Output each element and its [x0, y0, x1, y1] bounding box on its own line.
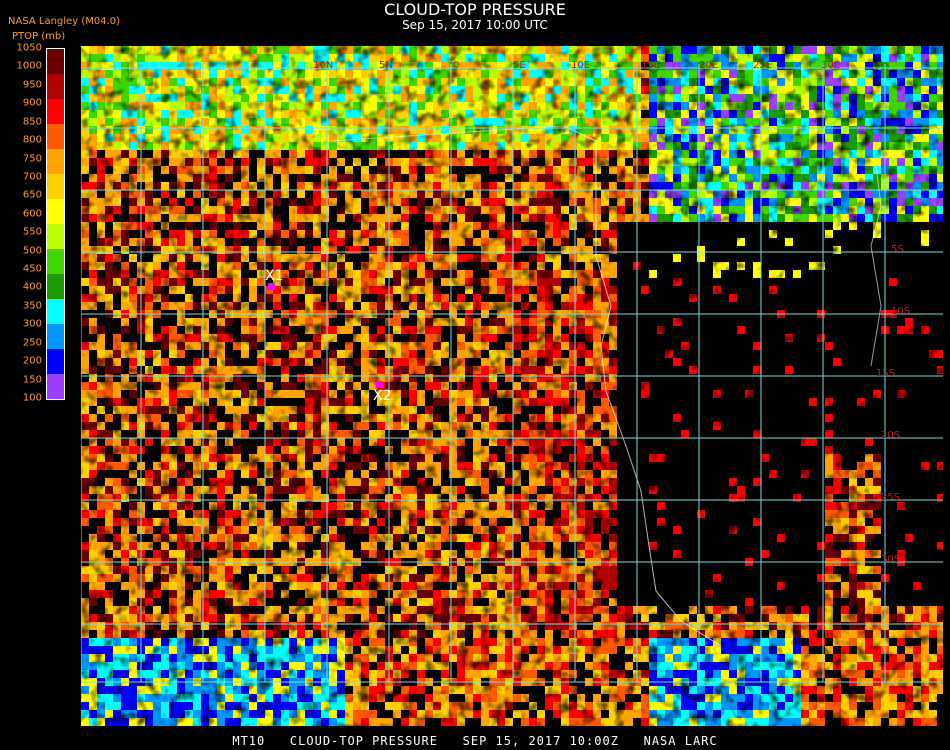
colorbar-tick: 900 — [22, 97, 42, 109]
colorbar-tick: 600 — [22, 208, 42, 220]
colorbar-tick: 400 — [22, 281, 42, 293]
colorbar-segment — [47, 49, 64, 74]
colorbar-segment — [47, 174, 64, 199]
colorbar-segment — [47, 199, 64, 224]
satellite-map: 10N 5N 0 5E 10E 15E 20E 25E 30E5S10S15S20S25S30S… — [81, 46, 943, 726]
colorbar-segment — [47, 124, 64, 149]
colorbar-segment — [47, 274, 64, 299]
colorbar-tick: 800 — [22, 134, 42, 146]
colorbar-segment — [47, 74, 64, 99]
colorbar-segment — [47, 149, 64, 174]
colorbar-segment — [47, 249, 64, 274]
unit-label: PTOP (mb) — [12, 31, 66, 42]
colorbar — [46, 48, 65, 400]
colorbar-tick: 650 — [22, 189, 42, 201]
colorbar-segment — [47, 349, 64, 374]
colorbar-tick: 450 — [22, 263, 42, 275]
colorbar-tick: 550 — [22, 226, 42, 238]
colorbar-tick: 250 — [22, 337, 42, 349]
colorbar-tick: 950 — [22, 79, 42, 91]
colorbar-tick: 1050 — [16, 42, 42, 54]
colorbar-tick: 200 — [22, 355, 42, 367]
colorbar-tick: 700 — [22, 171, 42, 183]
colorbar-segment — [47, 299, 64, 324]
colorbar-tick: 350 — [22, 300, 42, 312]
chart-subtitle: Sep 15, 2017 10:00 UTC — [402, 18, 548, 32]
colorbar-tick: 100 — [22, 392, 42, 404]
colorbar-segment — [47, 224, 64, 249]
colorbar-tick: 300 — [22, 318, 42, 330]
colorbar-segment — [47, 374, 64, 399]
chart-title: CLOUD-TOP PRESSURE — [384, 0, 566, 19]
colorbar-tick: 850 — [22, 116, 42, 128]
colorbar-segment — [47, 324, 64, 349]
colorbar-tick: 750 — [22, 153, 42, 165]
colorbar-tick: 1000 — [16, 60, 42, 72]
colorbar-tick: 500 — [22, 245, 42, 257]
colorbar-tick: 150 — [22, 374, 42, 386]
colorbar-segment — [47, 99, 64, 124]
source-label: NASA Langley (M04.0) — [8, 16, 120, 27]
